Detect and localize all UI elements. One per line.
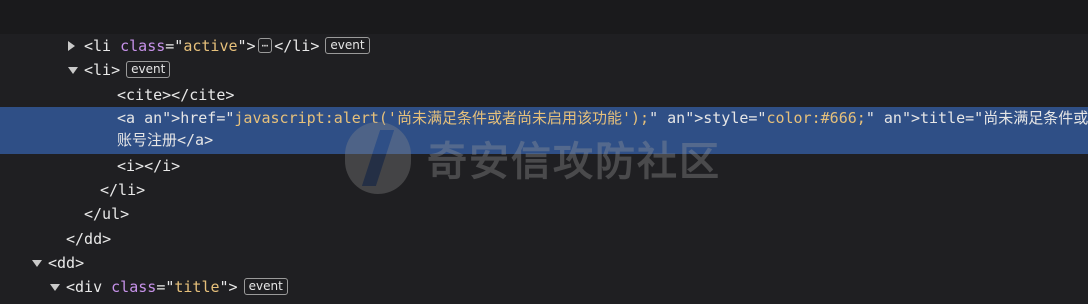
tag-text: </li> (100, 181, 146, 200)
dom-node-line[interactable]: </li> (0, 178, 1088, 202)
tag-text: =" (156, 278, 175, 297)
dom-node-markup: <dd> (48, 251, 84, 275)
expand-triangle-closed-icon[interactable] (68, 41, 75, 51)
expand-triangle-open-icon[interactable] (50, 284, 60, 292)
dom-node-markup: <div class="title"> event (66, 275, 288, 299)
tag-text: <cite></cite> (117, 85, 235, 104)
attr-value: active (183, 37, 238, 55)
dom-node-line[interactable]: </dd> (0, 227, 1088, 251)
dom-node-selected[interactable]: <a an">href="javascript:alert('尚未满足条件或者尚… (0, 106, 1088, 154)
dom-node-markup: <i></i> (117, 154, 180, 178)
attr-name: class (120, 37, 166, 55)
tag-text: <dd> (48, 254, 85, 273)
attr-name: class (111, 278, 157, 297)
tag-text: </dd> (66, 229, 112, 248)
expand-triangle-open-icon[interactable] (68, 67, 78, 75)
tag-text: <li (84, 37, 121, 55)
event-badge[interactable]: event (243, 278, 288, 296)
devtools-toolbar-strip (0, 0, 1088, 34)
attr-value: title (174, 278, 220, 297)
collapsed-children-ellipsis-button[interactable]: ⋯ (257, 38, 273, 53)
dom-node-markup: </dd> (66, 227, 111, 251)
expand-triangle-open-icon[interactable] (32, 260, 42, 268)
tag-text: <div (66, 278, 112, 297)
dom-tree: <li class="active"> ⋯ </li> event <li> event <… (0, 34, 1088, 300)
dom-node-line[interactable]: <div class="title"> event (0, 275, 1088, 299)
tag-text: <i></i> (117, 156, 181, 175)
tag-text: =" (165, 37, 184, 55)
dom-node-markup: <cite></cite> (117, 83, 234, 107)
dom-node-line[interactable]: <li class="active"> ⋯ </li> event (0, 34, 1088, 58)
dom-node-markup: </li> (100, 178, 145, 202)
dom-node-markup: <li> event (84, 58, 171, 82)
dom-node-markup: </ul> (84, 202, 129, 226)
dom-node-line[interactable]: <dd> (0, 251, 1088, 275)
tag-text: "> (219, 278, 238, 297)
tag-text: <li> (84, 61, 121, 80)
dom-node-line[interactable]: </ul> (0, 202, 1088, 226)
tag-text: "> (237, 37, 256, 55)
event-badge[interactable]: event (325, 37, 370, 54)
dom-node-markup: <li class="active"> ⋯ </li> event (84, 34, 370, 58)
closing-tag: </li> (274, 37, 320, 55)
event-badge[interactable]: event (126, 61, 171, 79)
dom-node-markup: <a an">href="javascript:alert('尚未满足条件或者尚… (117, 107, 1088, 151)
tag-text: </ul> (84, 205, 130, 224)
selected-node-line-2: 账号注册</a> (117, 130, 214, 149)
dom-node-line[interactable]: <li> event (0, 58, 1088, 82)
dom-node-line[interactable]: <cite></cite> (0, 83, 1088, 107)
selected-node-line-1: <a an">href="javascript:alert('尚未满足条件或者尚… (117, 108, 1088, 127)
dom-node-line[interactable]: <i></i> (0, 154, 1088, 178)
